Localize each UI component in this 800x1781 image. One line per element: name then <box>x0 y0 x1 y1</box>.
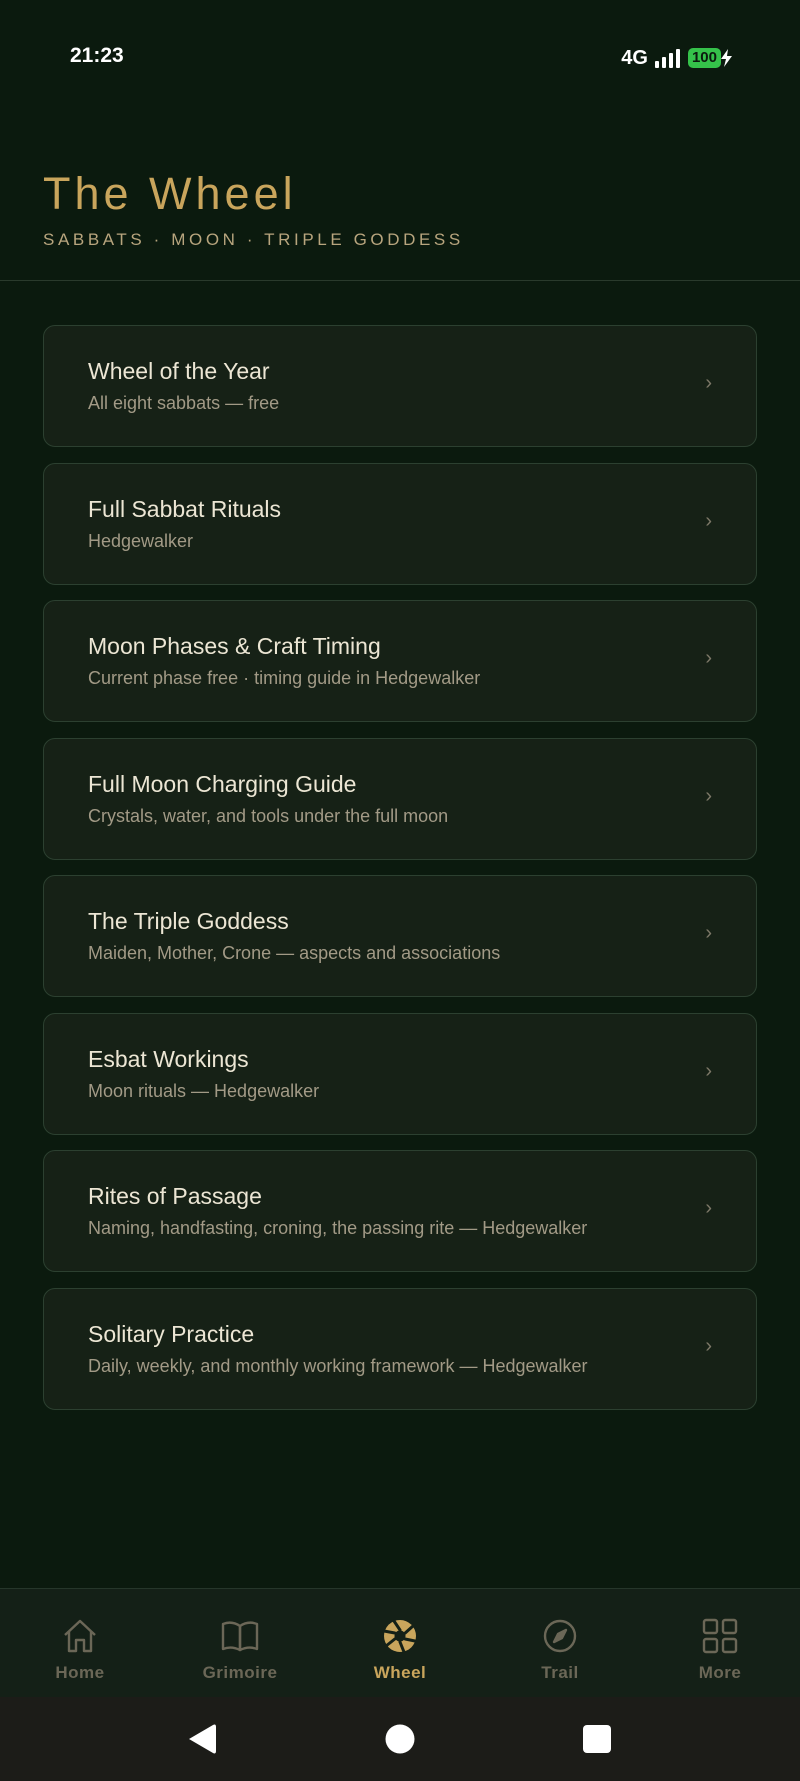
list-item-triple-goddess[interactable]: The Triple Goddess Maiden, Mother, Crone… <box>43 875 757 997</box>
chevron-right-icon: › <box>705 784 712 807</box>
system-nav-bar <box>0 1697 800 1781</box>
item-subtitle: Daily, weekly, and monthly working frame… <box>88 1355 588 1376</box>
chevron-right-icon: › <box>705 1334 712 1357</box>
tab-label: More <box>698 1663 742 1682</box>
item-subtitle: Hedgewalker <box>88 530 194 551</box>
status-time: 21:23 <box>70 44 124 67</box>
item-title: Rites of Passage <box>88 1183 262 1209</box>
tab-label: Wheel <box>373 1663 427 1682</box>
tab-grimoire[interactable]: Grimoire <box>160 1589 320 1697</box>
wheel-icon <box>382 1619 417 1654</box>
item-subtitle: Crystals, water, and tools under the ful… <box>88 805 449 826</box>
tab-more[interactable]: More <box>640 1589 800 1697</box>
signal-icon <box>654 49 680 68</box>
tab-home[interactable]: Home <box>0 1589 160 1697</box>
network-type: 4G <box>621 46 648 69</box>
battery-level: 100 <box>687 48 721 68</box>
back-icon[interactable] <box>187 1723 217 1755</box>
item-subtitle: Moon rituals — Hedgewalker <box>88 1080 320 1101</box>
book-icon <box>221 1621 259 1652</box>
item-title: Moon Phases & Craft Timing <box>88 633 381 659</box>
tab-label: Home <box>55 1663 105 1682</box>
item-title: Esbat Workings <box>88 1045 249 1072</box>
status-indicators: 4G 100 <box>621 45 732 71</box>
item-title: Wheel of the Year <box>88 358 270 384</box>
chevron-right-icon: › <box>705 922 712 944</box>
grid-icon <box>702 1618 738 1654</box>
item-subtitle: Current phase free · timing guide in Hed… <box>88 668 481 688</box>
list-item-wheel-of-the-year[interactable]: Wheel of the Year All eight sabbats — fr… <box>43 325 757 447</box>
chevron-right-icon: › <box>705 647 712 669</box>
page-subtitle: SABBATS · MOON · TRIPLE GODDESS <box>43 230 464 249</box>
chevron-right-icon: › <box>705 509 712 532</box>
tab-trail[interactable]: Trail <box>480 1589 640 1697</box>
page-header: The Wheel SABBATS · MOON · TRIPLE GODDES… <box>0 118 800 281</box>
item-title: The Triple Goddess <box>88 908 289 934</box>
topic-list: Wheel of the Year All eight sabbats — fr… <box>43 325 757 1425</box>
recents-icon[interactable] <box>583 1725 611 1753</box>
compass-icon <box>543 1619 577 1653</box>
chevron-right-icon: › <box>705 372 712 394</box>
list-item-solitary-practice[interactable]: Solitary Practice Daily, weekly, and mon… <box>43 1287 757 1410</box>
chevron-right-icon: › <box>705 1197 712 1219</box>
item-subtitle: Maiden, Mother, Crone — aspects and asso… <box>88 943 501 963</box>
list-item-moon-phases[interactable]: Moon Phases & Craft Timing Current phase… <box>43 600 757 722</box>
battery-indicator: 100 <box>687 48 732 68</box>
charging-icon <box>721 49 732 67</box>
home-button-icon[interactable] <box>385 1724 415 1754</box>
list-item-esbat-workings[interactable]: Esbat Workings Moon rituals — Hedgewalke… <box>43 1012 757 1135</box>
item-title: Full Moon Charging Guide <box>88 770 357 797</box>
page-title: The Wheel <box>43 168 297 219</box>
bottom-tab-bar: Home Grimoire Wheel Trail More <box>0 1588 800 1697</box>
list-item-full-sabbat-rituals[interactable]: Full Sabbat Rituals Hedgewalker › <box>43 462 757 585</box>
list-item-rites-of-passage[interactable]: Rites of Passage Naming, handfasting, cr… <box>43 1150 757 1272</box>
item-subtitle: Naming, handfasting, croning, the passin… <box>88 1218 588 1238</box>
tab-wheel[interactable]: Wheel <box>320 1589 480 1697</box>
chevron-right-icon: › <box>705 1059 712 1082</box>
home-icon <box>64 1619 96 1653</box>
tab-label: Trail <box>541 1663 579 1682</box>
item-title: Solitary Practice <box>88 1320 255 1347</box>
item-title: Full Sabbat Rituals <box>88 495 282 522</box>
tab-label: Grimoire <box>202 1663 278 1682</box>
list-item-full-moon-charging[interactable]: Full Moon Charging Guide Crystals, water… <box>43 737 757 860</box>
status-bar: 21:23 4G 100 <box>0 0 800 118</box>
item-subtitle: All eight sabbats — free <box>88 393 280 413</box>
